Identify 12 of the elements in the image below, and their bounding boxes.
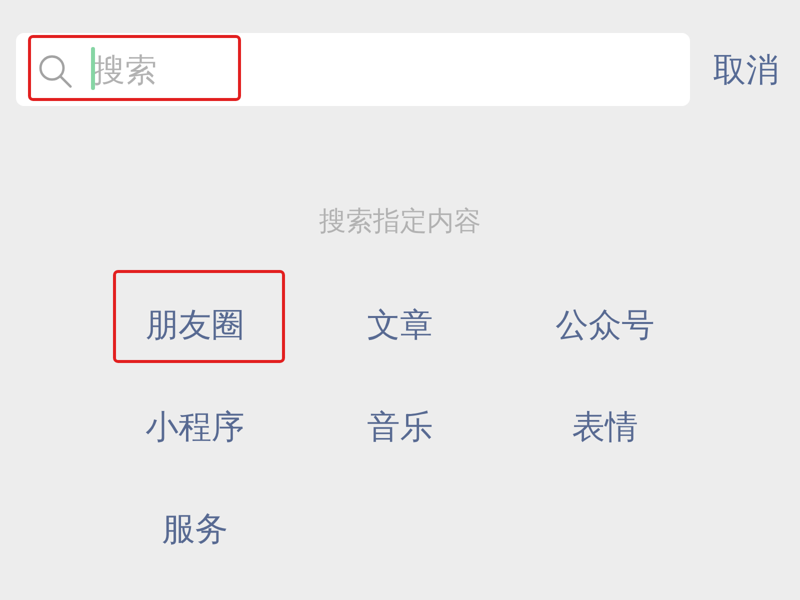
category-link[interactable]: 文章 <box>367 305 433 345</box>
cancel-button[interactable]: 取消 <box>713 50 779 90</box>
search-icon <box>38 54 72 88</box>
search-field[interactable]: 搜索 <box>16 33 690 106</box>
category-link[interactable]: 音乐 <box>367 407 433 447</box>
category-link[interactable]: 朋友圈 <box>146 305 244 345</box>
category-link[interactable]: 表情 <box>572 407 638 447</box>
category-link[interactable]: 小程序 <box>146 407 244 447</box>
search-input[interactable]: 搜索 <box>93 48 593 92</box>
category-link[interactable]: 公众号 <box>556 305 654 345</box>
category-link[interactable]: 服务 <box>162 509 228 549</box>
section-title: 搜索指定内容 <box>319 206 481 238</box>
